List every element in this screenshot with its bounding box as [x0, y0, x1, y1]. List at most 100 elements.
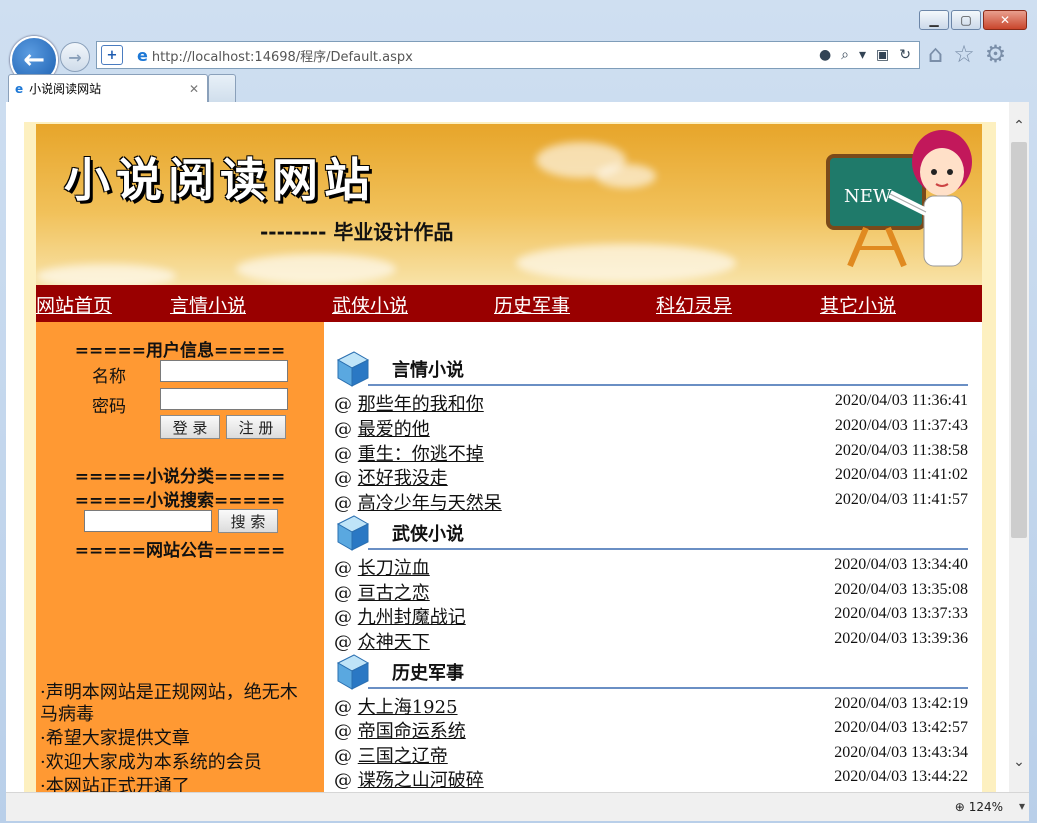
close-window-button[interactable]: ✕	[983, 10, 1027, 30]
cloud	[596, 164, 656, 188]
menu-other[interactable]: 其它小说	[820, 291, 896, 318]
category-header: 历史军事	[334, 653, 970, 693]
novel-link[interactable]: 高冷少年与天然呆	[358, 493, 502, 514]
menu-romance[interactable]: 言情小说	[170, 291, 246, 318]
row-prefix: @	[334, 632, 358, 653]
dropdown-icon[interactable]: ▾	[859, 47, 866, 63]
novel-link[interactable]: 最爱的他	[358, 419, 430, 440]
status-bar: ⊕ 124% ▾	[6, 792, 1029, 821]
page-viewport: 小说阅读网站 -------- 毕业设计作品 NEW 网站首页 言情小说 武侠小…	[6, 102, 1009, 792]
tab-title: 小说阅读网站	[29, 82, 102, 96]
novel-link[interactable]: 九州封魔战记	[358, 607, 466, 628]
cloud	[236, 254, 396, 284]
novel-link[interactable]: 长刀泣血	[358, 558, 430, 579]
address-url[interactable]: http://localhost:14698/程序/Default.aspx	[152, 46, 413, 65]
scroll-down-icon[interactable]: ⌄	[1009, 754, 1029, 774]
divider	[368, 548, 968, 550]
search-provider-icon[interactable]: ●	[819, 47, 831, 63]
zoom-icon: ⊕	[954, 800, 965, 814]
category-header: 武侠小说	[334, 514, 970, 554]
novel-date: 2020/04/03 13:42:19	[834, 695, 968, 712]
new-tab-button[interactable]	[208, 74, 236, 102]
notice-item: ·欢迎大家成为本系统的会员	[40, 752, 262, 773]
scrollbar-thumb[interactable]	[1011, 142, 1027, 538]
login-button[interactable]: 登 录	[160, 415, 220, 439]
site-subtitle: -------- 毕业设计作品	[260, 220, 454, 244]
search-input[interactable]	[84, 510, 212, 532]
scroll-up-icon[interactable]: ⌃	[1009, 118, 1029, 138]
maximize-button[interactable]: ▢	[951, 10, 981, 30]
category-title: 历史军事	[392, 663, 464, 684]
novel-link[interactable]: 三国之辽帝	[358, 746, 448, 767]
browser-tab[interactable]: e 小说阅读网站 ✕	[8, 74, 208, 102]
novel-link[interactable]: 大上海1925	[358, 697, 458, 718]
minimize-button[interactable]: ▁	[919, 10, 949, 30]
novel-date: 2020/04/03 13:35:08	[834, 581, 968, 598]
address-bar[interactable]: + e http://localhost:14698/程序/Default.as…	[96, 41, 920, 69]
divider	[368, 687, 968, 689]
row-prefix: @	[334, 493, 358, 514]
browser-tools: ⌂ ☆ ⚙	[928, 40, 1006, 68]
novel-link[interactable]: 那些年的我和你	[358, 394, 484, 415]
novel-link[interactable]: 亘古之恋	[358, 583, 430, 604]
name-label: 名称	[92, 367, 126, 387]
novel-row: @ 谍殇之山河破碎 2020/04/03 13:44:22	[334, 766, 968, 791]
novel-link[interactable]: 帝国命运系统	[358, 721, 466, 742]
forward-button[interactable]: →	[60, 42, 90, 72]
search-button[interactable]: 搜 索	[218, 509, 278, 533]
novel-row: @ 还好我没走 2020/04/03 11:41:02	[334, 464, 968, 489]
zoom-dropdown-icon[interactable]: ▾	[1019, 799, 1025, 813]
menu-wuxia[interactable]: 武侠小说	[332, 291, 408, 318]
row-prefix: @	[334, 468, 358, 489]
close-tab-icon[interactable]: ✕	[189, 82, 199, 96]
row-prefix: @	[334, 394, 358, 415]
search-icon[interactable]: ⌕	[841, 47, 849, 63]
sidebar: =====用户信息===== 名称 密码 登 录 注 册 =====小说分类==…	[36, 322, 324, 792]
row-prefix: @	[334, 607, 358, 628]
favorites-star-icon[interactable]: ☆	[953, 40, 975, 68]
novel-date: 2020/04/03 13:42:57	[834, 719, 968, 736]
ie-tab-icon: e	[15, 81, 24, 96]
cloud	[36, 264, 176, 285]
site-banner: 小说阅读网站 -------- 毕业设计作品 NEW	[36, 124, 982, 285]
row-prefix: @	[334, 721, 358, 742]
novel-link[interactable]: 重生：你逃不掉	[358, 444, 484, 465]
novel-link[interactable]: 众神天下	[358, 632, 430, 653]
username-input[interactable]	[160, 360, 288, 382]
user-info-heading: =====用户信息=====	[74, 341, 286, 361]
back-arrow-icon: ←	[23, 45, 45, 75]
novel-row: @ 那些年的我和你 2020/04/03 11:36:41	[334, 390, 968, 415]
gear-icon[interactable]: ⚙	[985, 40, 1007, 68]
vertical-scrollbar[interactable]: ⌃ ⌄	[1009, 102, 1029, 792]
novel-link[interactable]: 还好我没走	[358, 468, 448, 489]
category-header: 言情小说	[334, 350, 970, 390]
novel-row: @ 重生：你逃不掉 2020/04/03 11:38:58	[334, 440, 968, 465]
browser-window: ▁ ▢ ✕ ← → + e http://localhost:14698/程序/…	[0, 0, 1037, 823]
window-controls: ▁ ▢ ✕	[919, 10, 1027, 30]
novel-date: 2020/04/03 11:37:43	[834, 417, 968, 434]
novel-row: @ 大上海1925 2020/04/03 13:42:19	[334, 693, 968, 718]
compatibility-view-icon[interactable]: ▣	[876, 47, 889, 63]
notice-item: ·本网站正式开通了	[40, 776, 190, 792]
divider	[368, 384, 968, 386]
novel-date: 2020/04/03 13:37:33	[834, 605, 968, 622]
menu-home[interactable]: 网站首页	[36, 291, 112, 318]
row-prefix: @	[334, 558, 358, 579]
zoom-level[interactable]: ⊕ 124%	[955, 800, 1003, 814]
register-button[interactable]: 注 册	[226, 415, 286, 439]
novel-row: @ 三国之辽帝 2020/04/03 13:43:34	[334, 742, 968, 767]
row-prefix: @	[334, 746, 358, 767]
compatibility-icon[interactable]: +	[101, 45, 123, 65]
novel-row: @ 高冷少年与天然呆 2020/04/03 11:41:57	[334, 489, 968, 514]
category-title: 武侠小说	[392, 524, 464, 545]
teacher-illustration: NEW	[826, 130, 972, 268]
address-bar-actions: ● ⌕ ▾ ▣ ↻	[819, 47, 911, 63]
menu-scifi[interactable]: 科幻灵异	[656, 291, 732, 318]
home-icon[interactable]: ⌂	[928, 40, 943, 68]
menu-history[interactable]: 历史军事	[494, 291, 570, 318]
tab-strip: e 小说阅读网站 ✕	[0, 74, 1037, 102]
password-input[interactable]	[160, 388, 288, 410]
novel-date: 2020/04/03 11:41:57	[834, 491, 968, 508]
refresh-icon[interactable]: ↻	[899, 47, 911, 63]
novel-link[interactable]: 谍殇之山河破碎	[358, 770, 484, 791]
